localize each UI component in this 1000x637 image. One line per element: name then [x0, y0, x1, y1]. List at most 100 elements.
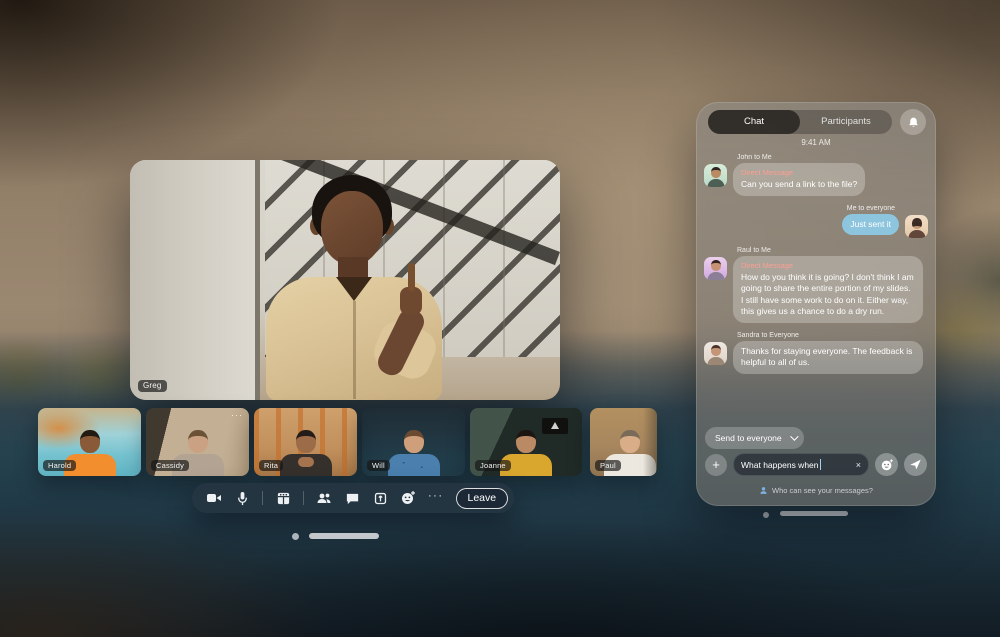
avatar-body: [707, 272, 724, 280]
bell-icon: [907, 116, 920, 129]
avatar-head: [711, 167, 721, 178]
main-window-drag-bar[interactable]: [309, 533, 379, 539]
chat-message: Sandra to Everyone Thanks for staying ev…: [704, 332, 928, 374]
message-sender: Sandra to Everyone: [737, 332, 919, 339]
torso: [388, 454, 440, 476]
avatar-body: [707, 357, 724, 365]
layout-icon[interactable]: [275, 490, 291, 506]
direct-message-badge: Direct Message: [741, 261, 915, 271]
speaker-figure: [250, 175, 460, 400]
toolbar-divider: [262, 491, 263, 505]
avatar-head: [711, 260, 721, 271]
message-bubble: Thanks for staying everyone. The feedbac…: [733, 341, 923, 374]
microphone-icon[interactable]: [234, 490, 250, 506]
chat-panel: Chat Participants 9:41 AM John to Me Dir…: [696, 102, 936, 506]
tab-chat[interactable]: Chat: [708, 110, 800, 134]
chat-message-list[interactable]: John to Me Direct Message Can you send a…: [704, 154, 928, 414]
clear-input-icon[interactable]: ×: [856, 460, 861, 470]
reactions-icon[interactable]: [400, 490, 416, 506]
video-scene: [130, 160, 560, 400]
head: [404, 430, 424, 453]
office-wall: [130, 160, 260, 400]
message-input-text: What happens when: [741, 460, 819, 470]
message-bubble: Direct Message How do you think it is go…: [733, 256, 923, 323]
meeting-toolbar: ··· Leave: [192, 483, 514, 513]
participants-icon[interactable]: [316, 490, 332, 506]
send-plane-icon: [909, 458, 922, 471]
send-to-label: Send to everyone: [715, 433, 782, 443]
head: [516, 430, 536, 453]
main-window-close-control[interactable]: [292, 533, 299, 540]
video-camera-icon[interactable]: [206, 490, 222, 506]
avatar: [905, 215, 928, 238]
avatar: [704, 342, 727, 365]
message-bubble: Direct Message Can you send a link to th…: [733, 163, 865, 196]
tab-participants[interactable]: Participants: [800, 110, 892, 134]
chat-message: Me to everyone Just sent it: [704, 205, 928, 238]
avatar-head: [912, 218, 922, 229]
avatar-body: [707, 179, 724, 187]
chat-icon[interactable]: [344, 490, 360, 506]
message-text: Can you send a link to the file?: [741, 179, 857, 190]
chevron-down-icon: [790, 432, 798, 440]
tile-edge-fade: [643, 408, 657, 476]
hand: [400, 287, 422, 315]
add-attachment-button[interactable]: +: [705, 454, 727, 476]
avatar-body: [908, 230, 925, 238]
chat-message: John to Me Direct Message Can you send a…: [704, 154, 928, 196]
avatar: [704, 257, 727, 280]
face: [321, 191, 383, 265]
privacy-hint: Who can see your messages?: [696, 486, 936, 495]
participant-name-label: Will: [367, 460, 390, 471]
participant-tile-joanne[interactable]: Joanne: [470, 408, 582, 476]
toolbar-divider: [303, 491, 304, 505]
message-bubble: Just sent it: [842, 214, 899, 235]
more-options-icon[interactable]: ···: [428, 491, 444, 505]
participant-tile-will[interactable]: Will: [362, 408, 465, 476]
pointing-finger: [408, 263, 415, 291]
participant-tile-rita[interactable]: Rita: [254, 408, 357, 476]
leave-button[interactable]: Leave: [456, 488, 509, 509]
head: [296, 430, 316, 453]
hands: [298, 457, 314, 467]
message-sender: John to Me: [737, 154, 861, 161]
participant-name-label: Joanne: [475, 460, 511, 471]
meeting-screen: Greg Harold ··· Cassidy Rita Will: [0, 0, 1000, 637]
send-message-button[interactable]: [904, 453, 927, 476]
head: [80, 430, 100, 453]
chat-timestamp: 9:41 AM: [696, 138, 936, 147]
chat-window-drag-bar[interactable]: [780, 511, 848, 516]
participant-name-label: Cassidy: [151, 460, 189, 471]
main-video-tile[interactable]: Greg: [130, 160, 560, 400]
participant-tile-harold[interactable]: Harold: [38, 408, 141, 476]
speaker-name-label: Greg: [138, 380, 167, 392]
person-icon: [759, 486, 768, 495]
message-sender: Me to everyone: [847, 205, 895, 212]
participant-name-label: Rita: [259, 460, 283, 471]
chat-window-close-control[interactable]: [763, 512, 769, 518]
participant-tile-paul[interactable]: Paul: [590, 408, 657, 476]
participant-name-label: Harold: [43, 460, 76, 471]
notifications-button[interactable]: [900, 109, 926, 135]
message-text: How do you think it is going? I don't th…: [741, 272, 915, 318]
chat-message: Raul to Me Direct Message How do you thi…: [704, 247, 928, 323]
share-screen-icon[interactable]: [372, 490, 388, 506]
message-input[interactable]: What happens when ×: [733, 453, 869, 476]
chat-tab-bar: Chat Participants: [708, 110, 892, 134]
emoji-smiley-icon: [880, 458, 894, 472]
emoji-button[interactable]: [875, 453, 898, 476]
participant-tile-cassidy[interactable]: ··· Cassidy: [146, 408, 249, 476]
head: [620, 430, 640, 453]
privacy-hint-text: Who can see your messages?: [772, 486, 873, 495]
direct-message-badge: Direct Message: [741, 168, 857, 178]
participant-name-label: Paul: [595, 460, 621, 471]
tile-more-icon[interactable]: ···: [231, 411, 243, 420]
head: [188, 430, 208, 453]
message-composer: + What happens when ×: [705, 453, 927, 476]
avatar-head: [711, 345, 721, 356]
avatar: [704, 164, 727, 187]
message-sender: Raul to Me: [737, 247, 919, 254]
send-to-selector[interactable]: Send to everyone: [705, 427, 804, 449]
shirt-placket: [353, 301, 356, 399]
text-cursor: [820, 459, 822, 470]
